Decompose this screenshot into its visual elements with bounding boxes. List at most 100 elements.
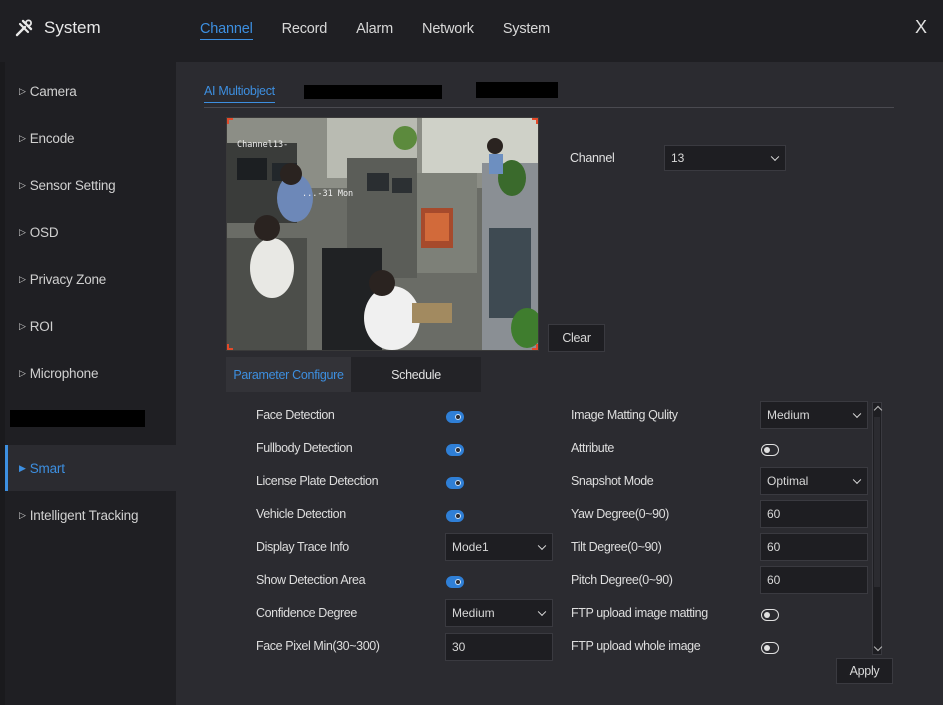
sidebar-item-label: OSD (29, 224, 59, 240)
tab-channel[interactable]: Channel (200, 21, 253, 40)
confidence-select[interactable]: Medium (445, 599, 553, 627)
channel-select-value: 13 (671, 151, 685, 165)
tab-record[interactable]: Record (282, 21, 328, 40)
chevron-down-icon (537, 607, 547, 617)
sidebar-item-privacy-zone[interactable]: ▷ Privacy Zone (5, 256, 176, 302)
sidebar-item-camera[interactable]: ▷ Camera (5, 68, 176, 114)
osd-channel-text: Channel13- (237, 140, 288, 150)
subtab-bar: AI Multiobject (204, 82, 894, 108)
triangle-right-icon: ▷ (19, 320, 26, 331)
tools-icon (15, 19, 33, 37)
app-title: System (14, 18, 101, 38)
yaw-degree-label: Yaw Degree(0~90) (571, 507, 669, 521)
tilt-degree-value: 60 (767, 540, 781, 554)
chevron-down-icon (770, 152, 780, 162)
pitch-degree-value: 60 (767, 573, 781, 587)
face-detection-label: Face Detection (256, 408, 335, 422)
display-trace-label: Display Trace Info (256, 540, 349, 554)
parameter-panel: Face Detection Fullbody Detection Licens… (226, 392, 886, 705)
top-bar: System Channel Record Alarm Network Syst… (0, 0, 943, 62)
tab-system[interactable]: System (503, 21, 550, 40)
tab-parameter-configure[interactable]: Parameter Configure (226, 357, 351, 392)
sidebar-item-label: Sensor Setting (29, 177, 116, 193)
sidebar-item-sensor-setting[interactable]: ▷ Sensor Setting (5, 162, 176, 208)
pitch-degree-input[interactable]: 60 (760, 566, 868, 594)
clear-button[interactable]: Clear (548, 324, 605, 352)
tilt-degree-label: Tilt Degree(0~90) (571, 540, 662, 554)
sidebar-item-label: Privacy Zone (29, 271, 107, 287)
ftp-whole-label: FTP upload whole image (571, 639, 701, 653)
sidebar-item-label: Microphone (29, 365, 99, 381)
sidebar-item-label: ROI (29, 318, 54, 334)
main-content: AI Multiobject Channel13- ...-31 Mon Cha… (176, 62, 943, 705)
confidence-label: Confidence Degree (256, 606, 357, 620)
apply-button[interactable]: Apply (836, 658, 893, 684)
app-title-text: System (44, 18, 101, 37)
pitch-degree-label: Pitch Degree(0~90) (571, 573, 673, 587)
confidence-value: Medium (452, 606, 495, 620)
channel-label: Channel (570, 151, 615, 165)
vehicle-detection-toggle[interactable] (446, 510, 464, 522)
top-tabs: Channel Record Alarm Network System (200, 21, 579, 40)
display-trace-value: Mode1 (452, 540, 489, 554)
tab-ai-multiobject[interactable]: AI Multiobject (204, 84, 275, 103)
matting-quality-select[interactable]: Medium (760, 401, 868, 429)
channel-select[interactable]: 13 (664, 145, 786, 171)
chevron-down-icon (852, 409, 862, 419)
tab-network[interactable]: Network (422, 21, 474, 40)
yaw-degree-input[interactable]: 60 (760, 500, 868, 528)
tab-schedule[interactable]: Schedule (351, 357, 481, 392)
chevron-down-icon[interactable] (873, 642, 883, 652)
sidebar-item-osd[interactable]: ▷ OSD (5, 209, 176, 255)
chevron-up-icon[interactable] (873, 405, 883, 415)
sidebar-item-smart[interactable]: ▶ Smart (5, 445, 176, 491)
ftp-matting-label: FTP upload image matting (571, 606, 708, 620)
snapshot-mode-label: Snapshot Mode (571, 474, 654, 488)
chevron-down-icon (852, 475, 862, 485)
osd-date-text: ...-31 Mon (302, 189, 353, 199)
face-pixel-input[interactable]: 30 (445, 633, 553, 661)
sidebar-item-label: Smart (29, 460, 65, 476)
snapshot-mode-select[interactable]: Optimal (760, 467, 868, 495)
redacted-subtab (476, 82, 558, 98)
camera-image: Channel13- ...-31 Mon (227, 118, 538, 350)
license-plate-toggle[interactable] (446, 477, 464, 489)
sidebar-item-intelligent-tracking[interactable]: ▷ Intelligent Tracking (5, 492, 176, 538)
sidebar-item-roi[interactable]: ▷ ROI (5, 303, 176, 349)
fullbody-detection-label: Fullbody Detection (256, 441, 353, 455)
triangle-right-icon: ▷ (19, 509, 26, 520)
license-plate-label: License Plate Detection (256, 474, 379, 488)
sidebar-item-encode[interactable]: ▷ Encode (5, 115, 176, 161)
video-preview[interactable]: Channel13- ...-31 Mon (226, 117, 539, 351)
sidebar-item-microphone[interactable]: ▷ Microphone (5, 350, 176, 396)
ftp-matting-toggle[interactable] (761, 609, 779, 621)
close-button[interactable]: X (915, 17, 927, 38)
triangle-right-icon: ▷ (19, 132, 26, 143)
roi-corner (227, 118, 233, 124)
triangle-right-icon: ▷ (19, 273, 26, 284)
attribute-toggle[interactable] (761, 444, 779, 456)
scroll-thumb[interactable] (874, 417, 880, 587)
parameter-scrollbar[interactable] (872, 402, 883, 655)
vehicle-detection-label: Vehicle Detection (256, 507, 346, 521)
roi-corner (532, 118, 538, 124)
ftp-whole-toggle[interactable] (761, 642, 779, 654)
triangle-right-icon: ▷ (19, 179, 26, 190)
show-area-label: Show Detection Area (256, 573, 366, 587)
roi-corner (532, 344, 538, 350)
sidebar-item-label: Camera (29, 83, 77, 99)
tilt-degree-input[interactable]: 60 (760, 533, 868, 561)
triangle-right-icon: ▷ (19, 85, 26, 96)
face-detection-toggle[interactable] (446, 411, 464, 423)
display-trace-select[interactable]: Mode1 (445, 533, 553, 561)
snapshot-mode-value: Optimal (767, 474, 809, 488)
fullbody-detection-toggle[interactable] (446, 444, 464, 456)
redacted-sidebar-item (10, 410, 145, 427)
redacted-subtab (304, 85, 442, 99)
face-pixel-label: Face Pixel Min(30~300) (256, 639, 380, 653)
matting-quality-value: Medium (767, 408, 810, 422)
attribute-label: Attribute (571, 441, 614, 455)
tab-alarm[interactable]: Alarm (356, 21, 393, 40)
triangle-right-icon: ▶ (19, 462, 26, 473)
show-area-toggle[interactable] (446, 576, 464, 588)
